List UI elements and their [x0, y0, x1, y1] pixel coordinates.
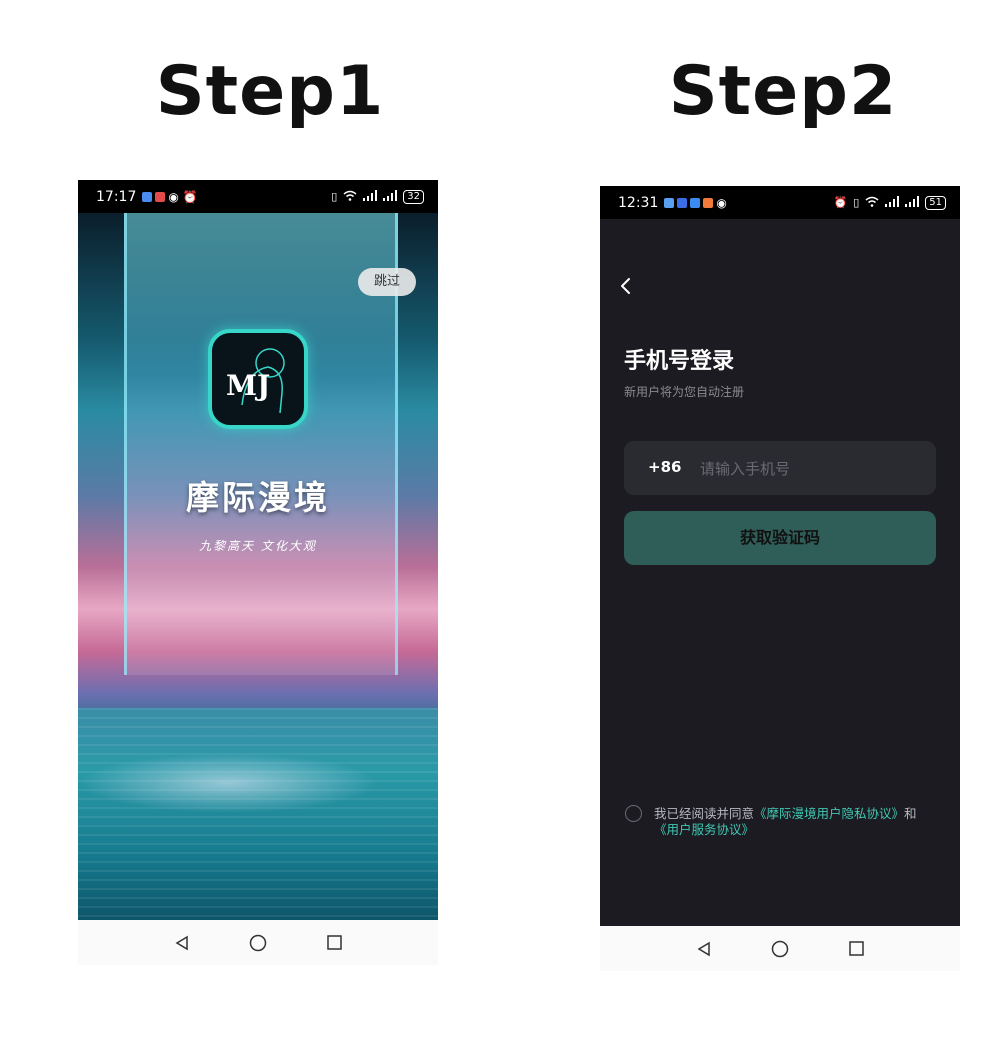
- login-screen: 12:31 ◉ ⏰ ▯ 51 手机号登录 新用户将为您自动注册 +86 请输入手…: [600, 186, 960, 971]
- vibrate-icon: ▯: [331, 190, 338, 203]
- agreement-text: 我已经阅读并同意《摩际漫境用户隐私协议》和 《用户服务协议》: [654, 806, 944, 838]
- notification-icon: [142, 191, 153, 202]
- signal-icon: [905, 195, 920, 210]
- agreement-prefix: 我已经阅读并同意: [654, 806, 755, 821]
- back-icon[interactable]: [618, 275, 634, 297]
- agreement-checkbox[interactable]: [625, 805, 642, 822]
- signal-icon: [383, 189, 398, 204]
- nav-recents-icon[interactable]: [324, 933, 344, 953]
- notification-icon: [155, 191, 166, 202]
- phone-input[interactable]: [698, 453, 922, 485]
- system-nav-bar: [78, 920, 438, 965]
- phone-field[interactable]: +86: [624, 441, 936, 495]
- battery-icon: 51: [925, 195, 946, 210]
- eye-icon: ◉: [716, 195, 727, 210]
- notification-icon: [690, 197, 701, 208]
- app-logo: MJ: [208, 329, 308, 429]
- nav-back-icon[interactable]: [694, 939, 714, 959]
- signal-icon: [885, 195, 900, 210]
- nav-recents-icon[interactable]: [846, 939, 866, 959]
- status-time: 17:17: [96, 188, 137, 205]
- splash-screen: 17:17 ◉ ⏰ ▯ 32 跳过 MJ 摩际漫境 九黎高天 文化大观: [78, 180, 438, 965]
- eye-icon: ◉: [168, 189, 179, 204]
- wifi-icon: [865, 196, 879, 210]
- country-code[interactable]: +86: [648, 458, 681, 476]
- app-slogan: 九黎高天 文化大观: [199, 539, 317, 553]
- battery-icon: 32: [403, 189, 424, 204]
- alarm-icon: ⏰: [182, 189, 198, 204]
- page-subtitle: 新用户将为您自动注册: [624, 385, 745, 399]
- status-bar: 12:31 ◉ ⏰ ▯ 51: [600, 186, 960, 219]
- nav-back-icon[interactable]: [172, 933, 192, 953]
- system-nav-bar: [600, 926, 960, 971]
- login-content: 手机号登录 新用户将为您自动注册 +86 获取验证码 我已经阅读并同意《摩际漫境…: [600, 219, 960, 927]
- nav-home-icon[interactable]: [770, 939, 790, 959]
- notification-icon: [677, 197, 688, 208]
- vibrate-icon: ▯: [853, 196, 860, 209]
- notification-icon: [664, 197, 675, 208]
- status-time: 12:31: [618, 194, 659, 211]
- step1-title: Step1: [155, 52, 385, 131]
- notification-icon: [703, 197, 714, 208]
- step2-title: Step2: [668, 52, 898, 131]
- light-beam: [124, 213, 398, 675]
- alarm-icon: ⏰: [833, 196, 848, 209]
- service-link[interactable]: 《用户服务协议》: [654, 822, 754, 837]
- nav-home-icon[interactable]: [248, 933, 268, 953]
- app-name: 摩际漫境: [186, 478, 330, 517]
- privacy-link[interactable]: 《摩际漫境用户隐私协议》: [754, 806, 904, 821]
- wifi-icon: [343, 190, 357, 204]
- logo-letters: MJ: [226, 369, 270, 402]
- signal-icon: [363, 189, 378, 204]
- get-code-button[interactable]: 获取验证码: [624, 511, 936, 565]
- splash-background: 跳过 MJ 摩际漫境 九黎高天 文化大观: [78, 213, 438, 920]
- mist: [78, 753, 378, 813]
- page-title: 手机号登录: [624, 349, 735, 374]
- skip-button[interactable]: 跳过: [358, 268, 416, 296]
- water-surface: [78, 708, 438, 920]
- agreement-joiner: 和: [904, 806, 917, 821]
- status-bar: 17:17 ◉ ⏰ ▯ 32: [78, 180, 438, 213]
